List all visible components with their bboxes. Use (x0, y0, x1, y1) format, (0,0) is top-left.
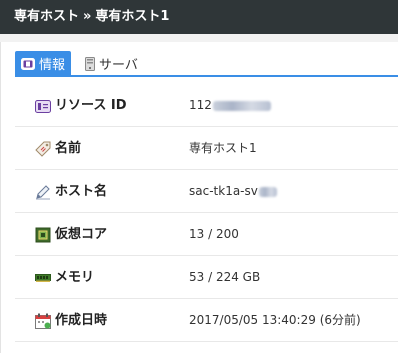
name-label: 名前 (55, 141, 82, 156)
breadcrumb-separator: » (83, 9, 92, 24)
resource-id-label: リソース ID (55, 98, 127, 113)
tab-info-label: 情報 (39, 58, 66, 73)
vcores-label: 仮想コア (55, 227, 108, 242)
hostname-text: sac-tk1a-sv (189, 184, 258, 198)
detail-row-created: 作成日時 2017/05/05 13:40:29 (6分前) (15, 299, 398, 342)
detail-panel: 情報 サーバ リソース ID 112 名前 専有ホスト1 ホスト名 sac-tk… (0, 42, 398, 353)
vcores-value: 13 / 200 (189, 227, 239, 241)
tab-underline (15, 75, 398, 77)
hostname-value: sac-tk1a-sv (189, 170, 277, 213)
detail-list: リソース ID 112 名前 専有ホスト1 ホスト名 sac-tk1a-sv 仮… (15, 84, 398, 342)
redacted-mask (212, 100, 271, 111)
pen-icon (35, 184, 51, 200)
tab-info[interactable]: 情報 (15, 51, 71, 76)
detail-row-resource-id: リソース ID 112 (15, 84, 398, 127)
tag-icon (35, 141, 51, 157)
memory-label: メモリ (55, 270, 95, 285)
tab-bar: 情報 サーバ (1, 42, 398, 77)
id-card-icon (35, 98, 51, 114)
tab-server-label: サーバ (99, 58, 138, 73)
memory-module-icon (35, 270, 51, 286)
server-tower-icon (85, 56, 95, 71)
detail-row-hostname: ホスト名 sac-tk1a-sv (15, 170, 398, 213)
breadcrumb: 専有ホスト » 専有ホスト1 (0, 0, 398, 34)
memory-value: 53 / 224 GB (189, 270, 261, 284)
info-card-icon (21, 57, 35, 70)
detail-row-name: 名前 専有ホスト1 (15, 127, 398, 170)
cpu-chip-icon (35, 227, 51, 243)
detail-row-memory: メモリ 53 / 224 GB (15, 256, 398, 299)
resource-id-text: 112 (189, 98, 212, 112)
calendar-icon (35, 313, 51, 329)
name-value: 専有ホスト1 (189, 141, 257, 155)
breadcrumb-parent-link[interactable]: 専有ホスト (14, 9, 79, 24)
detail-row-vcores: 仮想コア 13 / 200 (15, 213, 398, 256)
resource-id-value: 112 (189, 84, 271, 127)
hostname-label: ホスト名 (55, 184, 108, 199)
tab-server[interactable]: サーバ (81, 51, 138, 76)
created-label: 作成日時 (55, 313, 108, 328)
redacted-mask (258, 186, 277, 197)
breadcrumb-current: 専有ホスト1 (95, 9, 170, 24)
created-value: 2017/05/05 13:40:29 (6分前) (189, 313, 361, 327)
